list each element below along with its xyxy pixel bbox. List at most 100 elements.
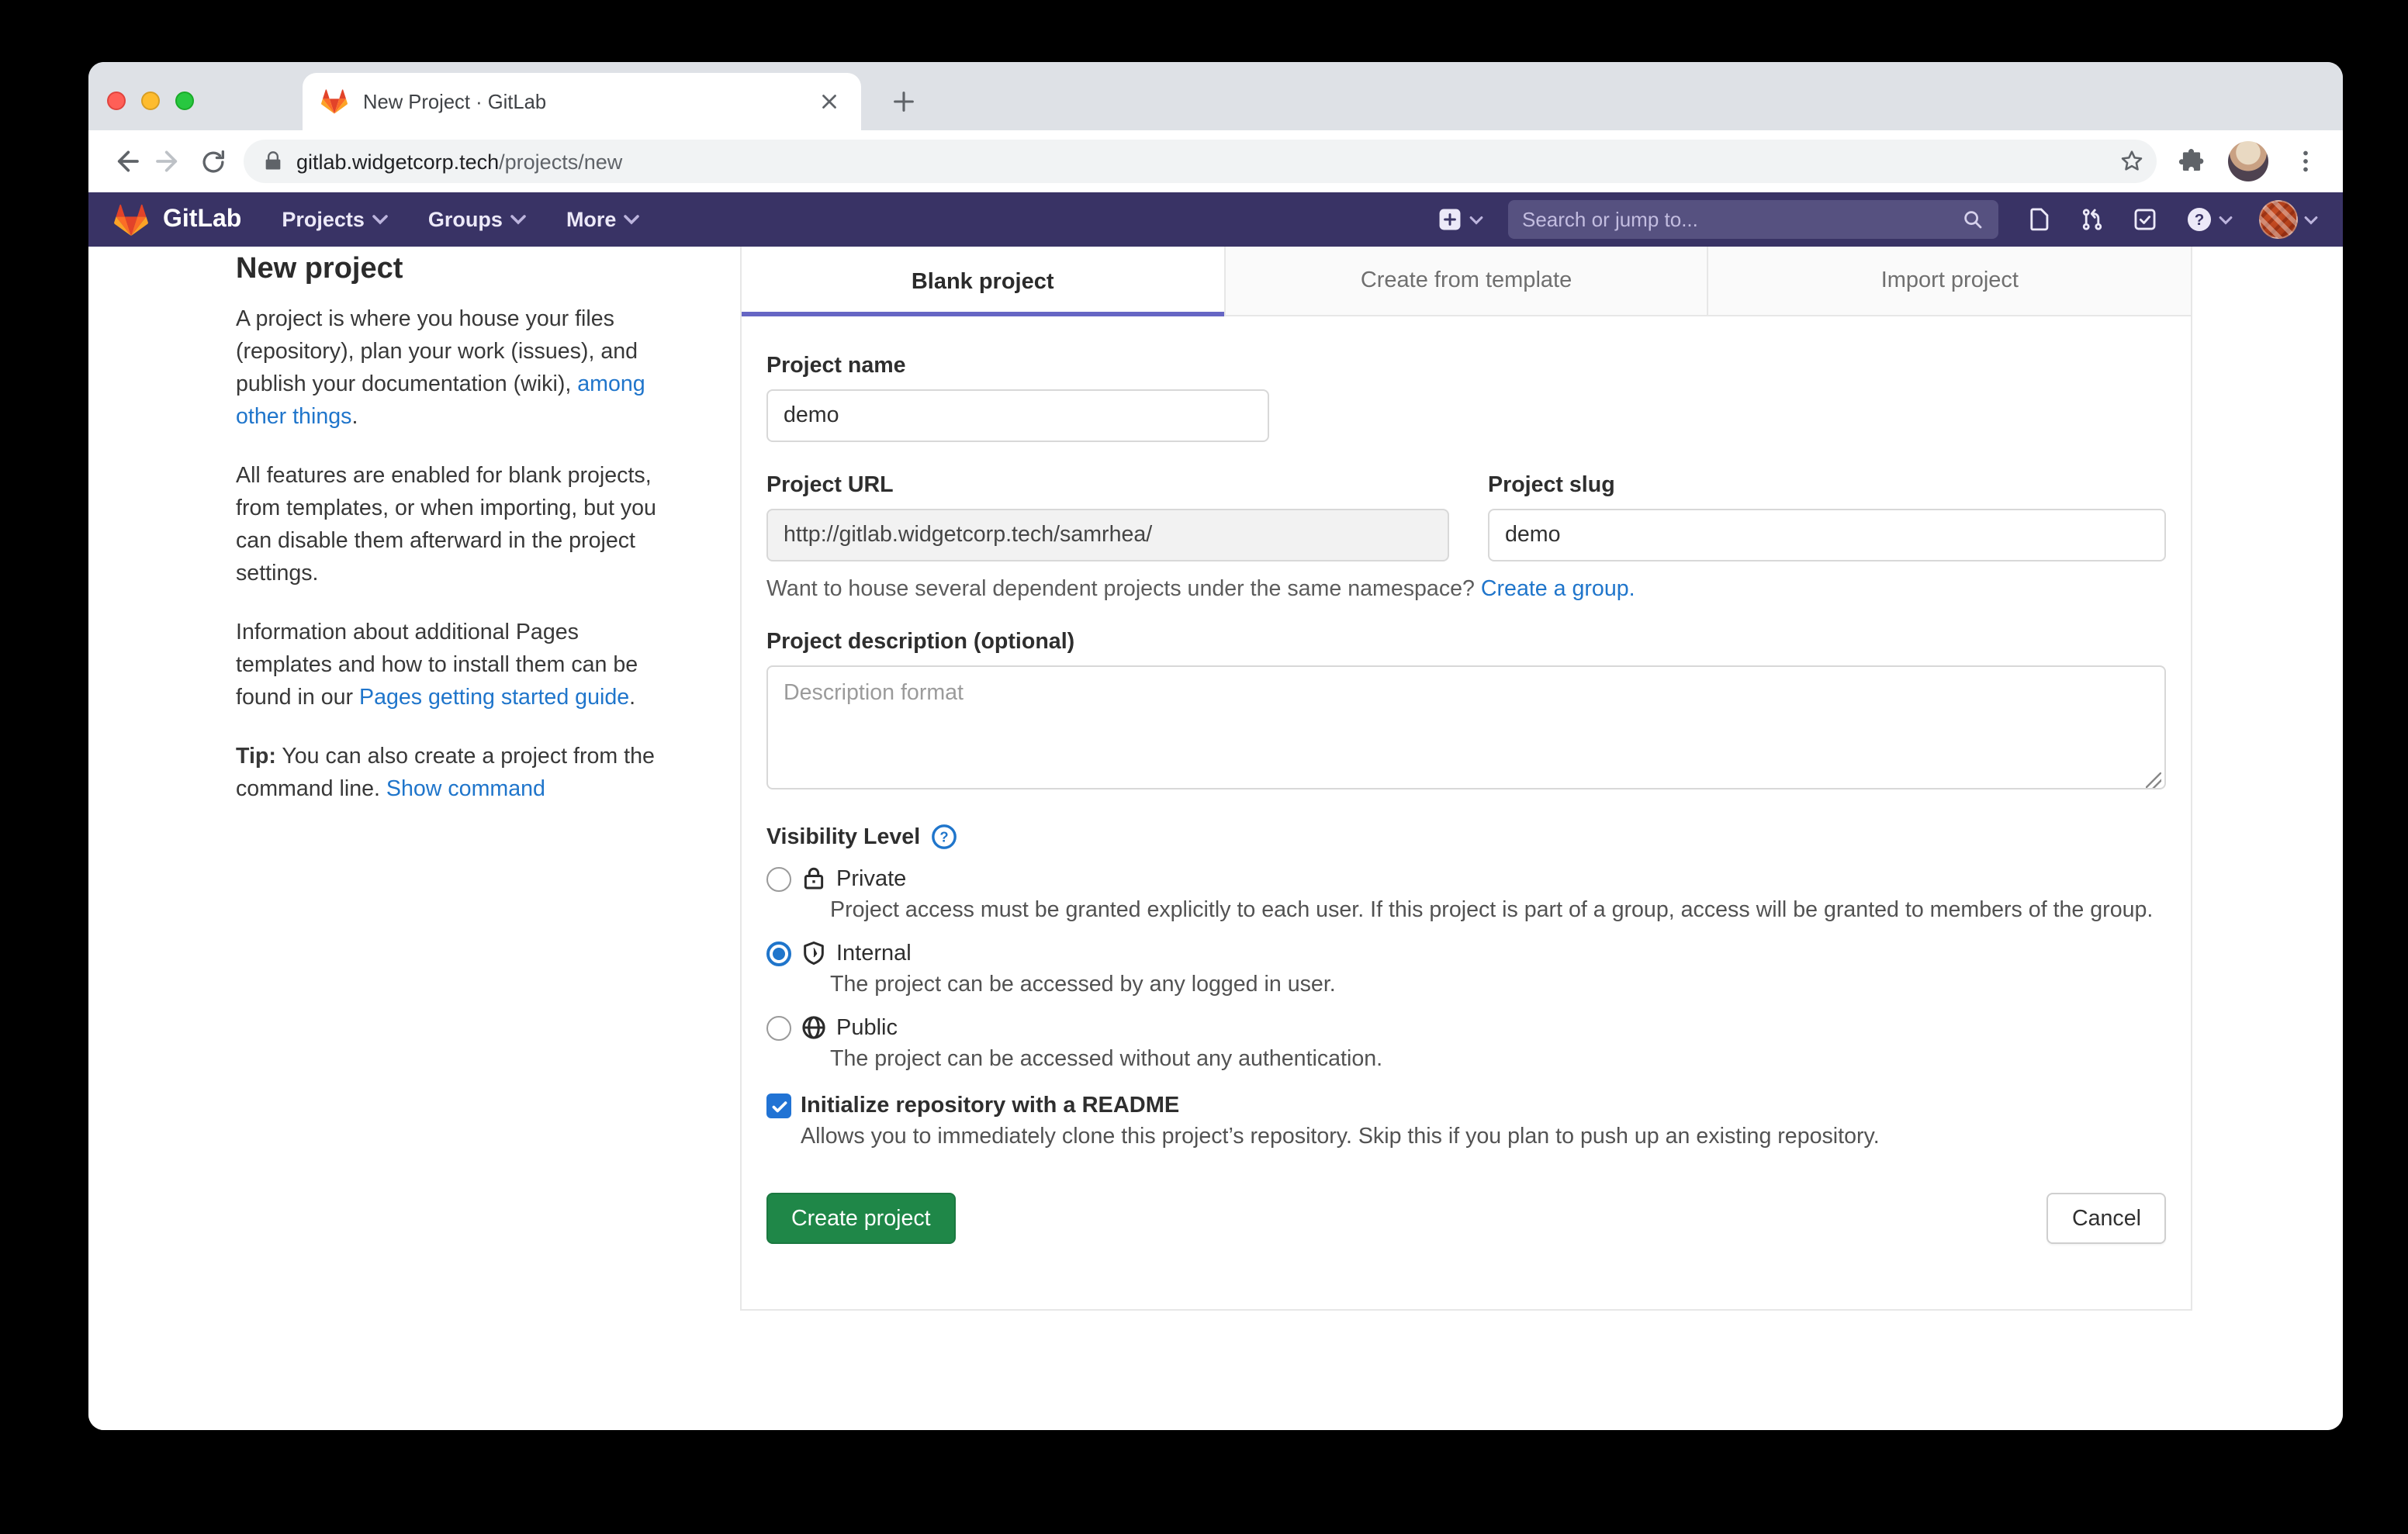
show-command-link[interactable]: Show command <box>386 777 545 802</box>
visibility-level-label: Visibility Level <box>766 824 920 849</box>
visibility-level-row: Visibility Level ? <box>766 824 2166 850</box>
project-url-input[interactable] <box>766 509 1449 561</box>
minimize-window-button[interactable] <box>141 92 160 110</box>
blank-project-form: Project name Project URL Project slug Wa… <box>742 316 2191 1270</box>
fullscreen-window-button[interactable] <box>175 92 194 110</box>
search-icon <box>1961 208 1984 231</box>
project-slug-field: Project slug <box>1488 473 2166 561</box>
project-name-input[interactable] <box>766 389 1269 442</box>
gitlab-menu: Projects Groups More <box>282 208 639 231</box>
new-menu-button[interactable] <box>1437 206 1483 233</box>
private-label[interactable]: Private <box>836 866 906 891</box>
namespace-hint-text: Want to house several dependent projects… <box>766 577 1481 602</box>
window-controls <box>107 92 194 110</box>
visibility-options: Private Project access must be granted e… <box>766 865 2166 1076</box>
browser-tab[interactable]: New Project · GitLab <box>303 73 861 130</box>
browser-menu-icon[interactable] <box>2284 140 2327 183</box>
url-host: gitlab.widgetcorp.tech <box>296 150 499 173</box>
merge-requests-icon[interactable] <box>2079 206 2105 233</box>
search-placeholder: Search or jump to... <box>1522 208 1698 231</box>
chevron-down-icon <box>2304 215 2318 224</box>
issues-icon[interactable] <box>2026 206 2053 233</box>
gitlab-navbar: GitLab Projects Groups More <box>88 192 2343 247</box>
screen: New Project · GitLab <box>0 0 2408 1534</box>
namespace-hint: Want to house several dependent projects… <box>766 577 2166 602</box>
create-project-button[interactable]: Create project <box>766 1193 956 1244</box>
user-avatar <box>2259 200 2298 239</box>
private-description: Project access must be granted explicitl… <box>830 895 2166 928</box>
internal-radio[interactable] <box>766 941 791 966</box>
tip-paragraph: Tip: You can also create a project from … <box>236 741 673 807</box>
navbar-icons: ? <box>2026 200 2318 239</box>
back-icon[interactable] <box>104 140 147 183</box>
intro-paragraph-1: A project is where you house your files … <box>236 304 673 434</box>
project-description-input[interactable] <box>766 665 2166 789</box>
cancel-button[interactable]: Cancel <box>2047 1193 2166 1244</box>
search-input[interactable]: Search or jump to... <box>1508 200 1998 239</box>
readme-checkbox[interactable] <box>766 1093 791 1118</box>
menu-groups[interactable]: Groups <box>428 208 526 231</box>
browser-window: New Project · GitLab <box>88 62 2343 1430</box>
browser-tab-strip: New Project · GitLab <box>88 62 2343 130</box>
visibility-option-public: Public The project can be accessed witho… <box>766 1014 2166 1076</box>
page-content: New project A project is where you house… <box>88 247 2343 1430</box>
svg-text:?: ? <box>940 829 949 845</box>
help-menu[interactable]: ? <box>2185 205 2233 234</box>
project-slug-input[interactable] <box>1488 509 2166 561</box>
menu-projects[interactable]: Projects <box>282 208 388 231</box>
tab-title: New Project · GitLab <box>363 90 816 113</box>
intro-p1-suffix: . <box>351 405 358 430</box>
tab-import-project[interactable]: Import project <box>1707 247 2191 316</box>
chevron-down-icon <box>372 214 388 225</box>
readme-option: Initialize repository with a README Allo… <box>766 1093 2166 1154</box>
close-window-button[interactable] <box>107 92 126 110</box>
chevron-down-icon <box>510 214 526 225</box>
visibility-help-icon[interactable]: ? <box>931 824 957 850</box>
todos-icon[interactable] <box>2132 206 2158 233</box>
readme-label[interactable]: Initialize repository with a README <box>801 1093 1179 1118</box>
resize-grip-icon[interactable] <box>2146 772 2161 788</box>
private-radio[interactable] <box>766 866 791 891</box>
project-url-field: Project URL <box>766 473 1449 561</box>
browser-profile-avatar[interactable] <box>2228 141 2268 181</box>
intro-paragraph-3: Information about additional Pages templ… <box>236 617 673 715</box>
tab-close-icon[interactable] <box>816 88 842 115</box>
svg-text:?: ? <box>2195 211 2205 229</box>
tab-blank-project[interactable]: Blank project <box>742 247 1223 316</box>
gitlab-brand[interactable]: GitLab <box>163 206 241 233</box>
lock-icon <box>262 150 284 172</box>
chevron-down-icon <box>2219 215 2233 224</box>
extensions-puzzle-icon[interactable] <box>2169 140 2213 183</box>
new-tab-button[interactable] <box>883 81 923 121</box>
intro-p3-suffix: . <box>629 686 635 710</box>
reload-icon[interactable] <box>191 140 234 183</box>
url-text: gitlab.widgetcorp.tech/projects/new <box>296 150 2113 173</box>
public-description: The project can be accessed without any … <box>830 1044 2166 1076</box>
user-menu[interactable] <box>2259 200 2318 239</box>
toolbar-right <box>2169 140 2327 183</box>
readme-description: Allows you to immediately clone this pro… <box>801 1121 2140 1154</box>
intro-paragraph-2: All features are enabled for blank proje… <box>236 461 673 591</box>
tab-create-from-template[interactable]: Create from template <box>1223 247 1707 316</box>
visibility-option-internal: Internal The project can be accessed by … <box>766 940 2166 1002</box>
menu-more[interactable]: More <box>566 208 640 231</box>
page-intro: New project A project is where you house… <box>236 253 673 833</box>
shield-icon <box>801 940 827 966</box>
gitlab-logo-icon[interactable] <box>113 202 149 237</box>
url-path: /projects/new <box>499 150 622 173</box>
internal-label[interactable]: Internal <box>836 941 912 966</box>
pages-guide-link[interactable]: Pages getting started guide <box>359 686 629 710</box>
public-radio[interactable] <box>766 1015 791 1040</box>
bookmark-star-icon[interactable] <box>2113 143 2150 180</box>
public-label[interactable]: Public <box>836 1015 898 1040</box>
address-bar[interactable]: gitlab.widgetcorp.tech/projects/new <box>244 140 2157 183</box>
tip-label: Tip: <box>236 745 276 769</box>
menu-more-label: More <box>566 208 617 231</box>
create-a-group-link[interactable]: Create a group. <box>1481 577 1635 602</box>
page-title: New project <box>236 253 673 287</box>
forward-icon[interactable] <box>147 140 191 183</box>
chevron-down-icon <box>1469 215 1483 224</box>
project-url-label: Project URL <box>766 473 1449 498</box>
project-description-field <box>766 665 2166 797</box>
new-project-panel: Blank project Create from template Impor… <box>740 247 2192 1311</box>
